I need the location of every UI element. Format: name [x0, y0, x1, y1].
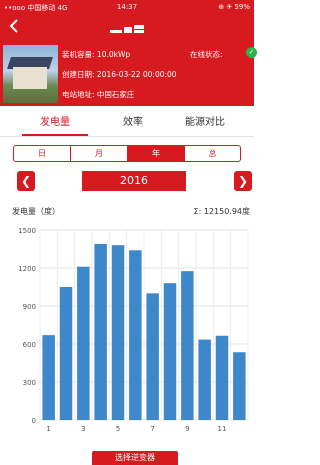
check-circle-icon: ✓	[246, 47, 257, 58]
chart-bar	[129, 250, 142, 420]
brand-logo	[110, 25, 144, 33]
x-tick-label: 3	[81, 425, 85, 433]
next-year-button[interactable]: ❯	[234, 171, 252, 191]
segment-year[interactable]: 年	[128, 146, 184, 161]
x-tick-label: 5	[116, 425, 120, 433]
back-button[interactable]	[9, 18, 19, 38]
chart-bar	[163, 283, 177, 420]
y-tick-label: 0	[32, 417, 36, 425]
tab-generation[interactable]: 发电量	[22, 110, 88, 136]
y-tick-label: 900	[23, 303, 36, 311]
nav-bar	[0, 14, 254, 42]
date-value: 2016-03-22 00:00:00	[96, 70, 177, 79]
year-value[interactable]: 2016	[82, 171, 186, 191]
total-value: 12150.94度	[203, 207, 250, 216]
x-tick-label: 11	[218, 425, 227, 433]
date-row: 创建日期: 2016-03-22 00:00:00	[62, 69, 177, 80]
tab-bar: 发电量 效率 能源对比	[0, 110, 254, 136]
capacity-value: 10.0kWp	[96, 50, 131, 59]
online-status-label: 在线状态:	[190, 50, 223, 59]
x-tick-label: 9	[185, 425, 189, 433]
station-info-panel: 装机容量: 10.0kWp 在线状态: ✓ 创建日期: 2016-03-22 0…	[0, 42, 257, 106]
clock: 14:37	[116, 3, 138, 11]
y-tick-label: 300	[23, 379, 36, 387]
sigma-label: Σ:	[193, 207, 202, 216]
segment-month[interactable]: 月	[71, 146, 127, 161]
tab-energy-compare[interactable]: 能源对比	[172, 110, 238, 136]
chart-bar	[198, 339, 211, 420]
generation-bar-chart: 0 300 600 900 1200 1500 1 3 5 7 9 11	[18, 227, 249, 433]
y-tick-label: 600	[23, 341, 36, 349]
y-tick-label: 1500	[18, 227, 36, 235]
chart-bar	[233, 352, 246, 420]
period-segmented-control: 日 月 年 总	[13, 145, 241, 162]
tab-efficiency[interactable]: 效率	[100, 110, 166, 136]
tab-divider	[0, 136, 254, 137]
chart-bar	[77, 266, 90, 420]
chevron-right-icon: ❯	[237, 174, 249, 188]
address-row: 电站地址: 中国石家庄	[62, 89, 134, 100]
chart-total: Σ: 12150.94度	[194, 206, 250, 217]
chart-bar	[181, 271, 194, 420]
chart-bar	[146, 293, 159, 420]
year-selector: ❮ 2016 ❯	[0, 171, 254, 191]
capacity-label: 装机容量:	[62, 50, 95, 59]
x-tick-label: 1	[46, 425, 50, 433]
chart-bar	[42, 335, 55, 420]
y-tick-label: 1200	[18, 265, 36, 273]
address-value: 中国石家庄	[96, 90, 135, 99]
house-shape	[13, 67, 47, 89]
status-icons: ⊕ ✈ 59%	[218, 3, 250, 11]
chart-y-label: 发电量（度）	[12, 207, 60, 216]
segment-day[interactable]: 日	[14, 146, 70, 161]
chevron-left-icon: ❮	[20, 174, 32, 188]
chart-bar	[59, 287, 73, 420]
x-tick-label: 7	[150, 425, 154, 433]
status-bar: ••ooo 中国移动 4G 14:37 ⊕ ✈ 59%	[0, 0, 254, 14]
capacity-row: 装机容量: 10.0kWp	[62, 49, 130, 60]
prev-year-button[interactable]: ❮	[17, 171, 35, 191]
address-label: 电站地址:	[62, 90, 95, 99]
station-photo	[3, 45, 58, 103]
chart-bar	[111, 245, 125, 420]
chevron-left-icon	[9, 19, 18, 33]
chart-bar	[94, 243, 107, 420]
date-label: 创建日期:	[62, 70, 95, 79]
chart-bar	[215, 335, 229, 420]
segment-total[interactable]: 总	[185, 146, 240, 161]
